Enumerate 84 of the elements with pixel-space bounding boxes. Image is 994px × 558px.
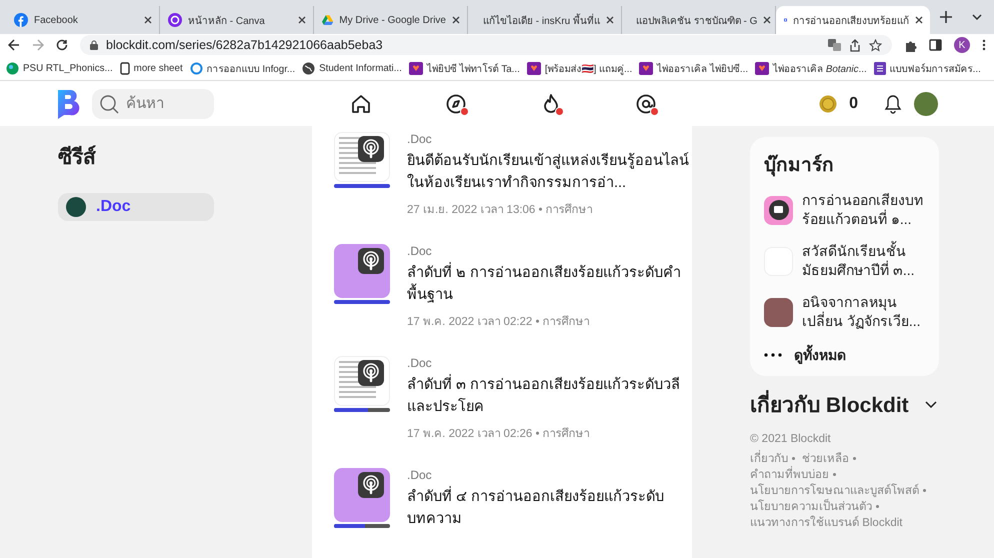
shop-icon (408, 62, 423, 74)
reload-icon[interactable] (56, 39, 68, 51)
bookmark-link[interactable]: ไพ่ยิปซี ไพ่ทาโรต์ Ta... (408, 60, 520, 76)
more-icon[interactable] (982, 39, 986, 51)
series-item[interactable]: .Doc (58, 193, 214, 221)
cover-thumbnail (764, 196, 793, 224)
podcast-icon (358, 472, 384, 498)
copyright-text: © 2021 Blockdit (750, 433, 832, 445)
profile-button[interactable]: K (954, 37, 970, 53)
search-field[interactable]: ค้นหา (92, 88, 214, 118)
drive-icon (322, 14, 334, 26)
address-bar[interactable]: blockdit.com/series/6282a7b142921066aab5eba3 (80, 35, 892, 55)
share-icon[interactable] (849, 38, 861, 52)
bookmark-link[interactable]: [พร้อมส่ง🇹🇭] แถมคู่... (526, 60, 632, 76)
bookmark-link[interactable]: more sheet (120, 62, 183, 74)
bookmark-title[interactable]: สวัสดีนักเรียนชั้นมัธยมศึกษาปีที่ ๓... (802, 242, 929, 280)
sidebar-icon[interactable] (929, 39, 942, 51)
logo-icon[interactable] (56, 88, 82, 118)
series-label: .Doc (407, 356, 433, 370)
post-meta: 27 เม.ย. 2022 เวลา 13:06 • การศึกษา (407, 202, 594, 218)
search-icon (99, 94, 119, 114)
canva-icon (168, 13, 182, 27)
close-icon[interactable] (298, 16, 306, 24)
lock-icon (90, 40, 98, 50)
bookmark-title[interactable]: อนิจจากาลหมุนเปลี่ยน วัฏจักรเวีย... (802, 293, 929, 331)
facebook-icon (14, 13, 28, 27)
ring-icon (190, 62, 203, 74)
globe-icon (302, 62, 316, 74)
close-icon[interactable] (144, 16, 152, 24)
star-icon[interactable] (869, 38, 882, 52)
podcast-icon (358, 360, 384, 386)
progress-bar (334, 300, 390, 304)
progress-bar (334, 408, 390, 412)
bookmark-title[interactable]: การอ่านออกเสียงบทร้อยแก้วตอนที่ ๑... (802, 191, 929, 229)
shop-icon (526, 62, 541, 74)
nav-at-button[interactable] (635, 92, 657, 114)
post-title[interactable]: ลำดับที่ ๒ การอ่านออกเสียงร้อยแก้วระดับคำพื้นฐาน (407, 262, 689, 306)
shop-icon (639, 62, 654, 74)
coin-count: 0 (849, 94, 858, 112)
shop-icon (755, 62, 770, 74)
nav-home-button[interactable] (350, 92, 372, 114)
progress-bar (334, 184, 390, 188)
bookmark-link[interactable]: การออกแบบ Infogr... (190, 60, 296, 76)
bookmark-link[interactable]: Student Informati... (302, 62, 402, 74)
new-tab-icon[interactable] (940, 11, 952, 23)
podcast-icon (358, 248, 384, 274)
form-icon (874, 62, 886, 74)
progress-bar (334, 524, 390, 528)
series-label: .Doc (407, 244, 433, 258)
more-icon (764, 353, 782, 357)
globe-icon (6, 62, 19, 74)
podcast-icon (358, 136, 384, 162)
series-label: .Doc (407, 132, 433, 146)
sidebar-title: ซีรีส์ (58, 144, 97, 171)
browser-tab[interactable]: การอ่านออกเสียงบทร้อยแก้ (776, 6, 930, 34)
post-meta: 17 พ.ค. 2022 เวลา 02:22 • การศึกษา (407, 314, 591, 330)
close-icon[interactable] (452, 16, 460, 24)
bookmark-link[interactable]: แบบฟอร์มการสมัคร... (874, 60, 981, 76)
post-title[interactable]: ลำดับที่ ๔ การอ่านออกเสียงร้อยแก้วระดับบทความ (407, 486, 689, 530)
puzzle-icon[interactable] (904, 38, 917, 52)
post-title[interactable]: ลำดับที่ ๓ การอ่านออกเสียงร้อยแก้วระดับวลีและประโยค (407, 374, 689, 418)
close-icon[interactable] (606, 16, 614, 24)
bell-icon[interactable] (884, 94, 902, 114)
series-avatar (66, 197, 86, 217)
avatar[interactable] (914, 92, 938, 116)
bookmark-link[interactable]: PSU RTL_Phonics... (6, 62, 113, 74)
see-all-link[interactable]: ดูทั้งหมด (764, 344, 929, 366)
chevron-down-icon[interactable] (925, 401, 937, 408)
coin-icon (819, 94, 838, 112)
photo-placeholder (764, 298, 793, 326)
close-icon[interactable] (915, 16, 923, 24)
close-icon[interactable] (763, 16, 772, 24)
chevron-down-icon[interactable] (972, 14, 982, 20)
post-title[interactable]: ยินดีต้อนรับนักเรียนเข้าสู่แหล่งเรียนรู้ออนไลน์ ในห้องเรียนเราทำกิจกรรมการอ่า... (407, 150, 689, 194)
series-label: .Doc (407, 468, 433, 482)
bookmark-link[interactable]: ไพ่ออราเคิล Botanic... (755, 60, 867, 76)
post-meta: 17 พ.ค. 2022 เวลา 02:26 • การศึกษา (407, 426, 591, 442)
about-title: เกี่ยวกับ Blockdit (750, 388, 909, 421)
phone-icon (120, 62, 130, 74)
nav-compass-button[interactable] (445, 92, 467, 114)
translate-icon[interactable] (828, 39, 841, 51)
back-icon[interactable] (8, 39, 20, 51)
card-title: บุ๊กมาร์ก (764, 153, 835, 178)
bookmark-link[interactable]: ไพ่ออราเคิล ไพ่ยิปซี... (639, 60, 748, 76)
